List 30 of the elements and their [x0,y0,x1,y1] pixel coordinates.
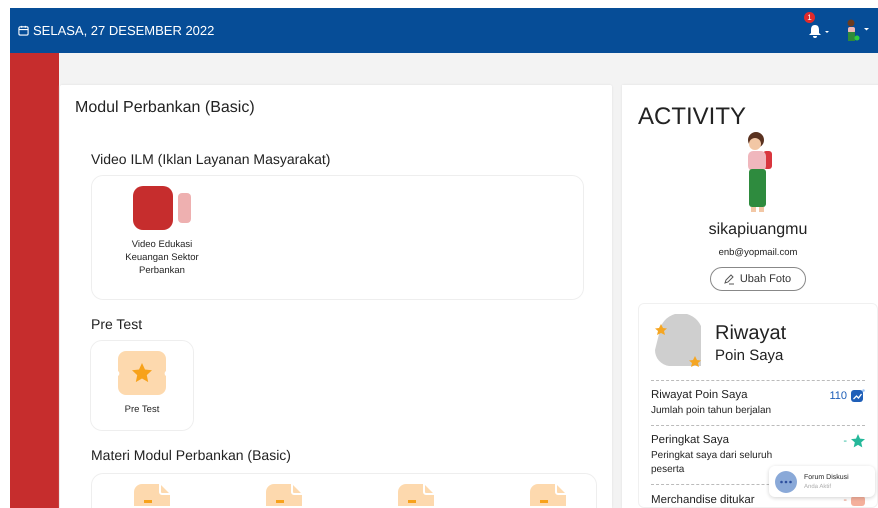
section-title: Pre Test [91,316,144,332]
points-title: Riwayat [715,322,786,345]
section-title: Materi Modul Perbankan (Basic) [91,447,292,463]
row-value: - [843,435,847,447]
row-value: 110 [829,390,847,402]
section-card[interactable]: Pre Test [90,340,194,431]
video-camera-icon [133,186,191,230]
points-subtitle: Poin Saya [715,347,784,364]
row-title: Merchandise ditukar [651,495,755,506]
section-title: Video ILM (Iklan Layanan Masyarakat) [91,151,332,167]
item-label[interactable]: Pre Test [124,403,160,416]
row-title: Riwayat Poin Saya [651,389,749,401]
row-value: - [843,495,847,506]
change-photo-button[interactable]: Ubah Foto [710,267,806,291]
trend-chart-icon [851,389,865,403]
item-label[interactable]: Video Edukasi Keuangan Sektor Perbankan [112,238,212,277]
star-icon [851,434,865,448]
bell-icon[interactable] [808,24,830,38]
row-description: Jumlah poin tahun berjalan [651,404,772,418]
module-title: Modul Perbankan (Basic) [75,99,256,117]
calendar-icon [18,25,29,36]
pencil-icon [722,273,735,285]
chat-bubble-icon[interactable] [775,470,797,492]
row-title: Peringkat Saya [651,434,730,446]
activity-title: ACTIVITY [638,103,746,131]
username: sikapiuangmu [708,221,808,239]
notification-badge: 1 [804,12,815,22]
header-date: SELASA, 27 DESEMBER 2022 [33,23,214,38]
ticket-star-icon [118,351,166,395]
user-email: enb@yopmail.com [718,247,798,258]
